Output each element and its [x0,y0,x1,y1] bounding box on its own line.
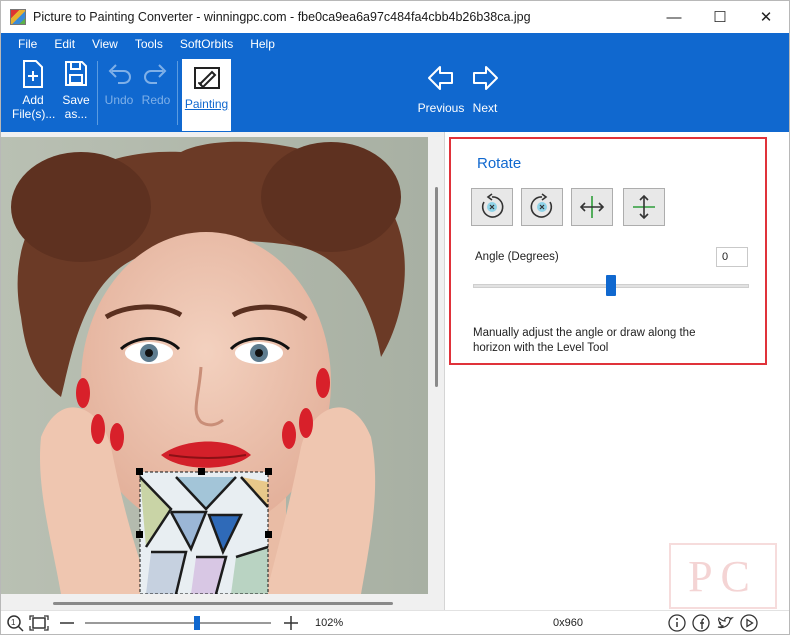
app-window: Picture to Painting Converter - winningp… [0,0,790,635]
photo-preview [1,137,428,594]
magnifier-icon: 1 [7,615,24,632]
maximize-icon: ☐ [713,9,727,26]
watermark-logo: PC [669,543,777,609]
zoom-slider-thumb[interactable] [193,616,200,630]
facebook-icon [692,614,710,632]
angle-label: Angle (Degrees) [475,251,559,263]
menu-edit[interactable]: Edit [54,33,75,55]
info-button[interactable] [667,613,687,633]
redo-icon [144,64,167,84]
minimize-icon: — [666,8,682,26]
rotate-right-button[interactable] [521,188,563,226]
vertical-scrollbar[interactable] [435,187,438,387]
app-logo-icon [10,9,26,25]
fit-to-window-button[interactable] [29,613,49,633]
ribbon-separator [177,61,178,125]
rotate-title: Rotate [477,155,522,172]
previous-label: Previous [417,101,465,115]
window-title: Picture to Painting Converter - winningp… [33,10,531,24]
menu-file[interactable]: File [18,33,37,55]
minimize-button[interactable]: — [651,1,697,33]
youtube-icon [740,614,758,632]
undo-label: Undo [104,93,134,107]
fit-screen-icon [29,615,49,631]
svg-text:1: 1 [11,618,16,627]
rotate-section: Rotate Angle (Degrees) 0 Manually adjust… [449,137,767,365]
rotate-left-button[interactable] [471,188,513,226]
rotate-cw-icon [530,193,553,218]
add-files-button[interactable]: Add File(s)... [10,59,56,121]
horizontal-scrollbar[interactable] [53,602,393,605]
arrow-right-icon [473,66,498,90]
undo-button[interactable]: Undo [102,59,136,107]
add-files-label: Add File(s)... [12,93,56,121]
info-icon [668,614,686,632]
settings-panel: Rotate Angle (Degrees) 0 Manually adjust… [444,132,789,610]
flip-horizontal-icon [579,196,605,218]
save-as-button[interactable]: Save as... [59,59,93,121]
save-as-label: Save as... [62,93,90,121]
rotate-hint: Manually adjust the angle or draw along … [473,327,696,354]
facebook-button[interactable] [691,613,711,633]
twitter-icon [717,616,734,629]
zoom-slider[interactable] [85,622,271,624]
redo-button[interactable]: Redo [139,59,173,107]
zoom-in-button[interactable] [281,613,301,633]
menu-bar: File Edit View Tools SoftOrbits Help [1,33,275,55]
save-icon [65,61,87,86]
twitter-button[interactable] [715,613,735,633]
plus-icon [284,616,298,630]
portrait-image [1,137,428,594]
previous-button[interactable]: Previous [415,63,467,115]
image-canvas[interactable] [1,132,444,610]
flip-horizontal-button[interactable] [571,188,613,226]
painting-button[interactable]: Painting [182,59,231,131]
redo-label: Redo [141,93,171,107]
menu-view[interactable]: View [92,33,118,55]
flip-vertical-button[interactable] [623,188,665,226]
zoom-tool-button[interactable]: 1 [5,613,25,633]
status-bar: 1 102% 0x960 [1,610,789,634]
ribbon: File Edit View Tools SoftOrbits Help Add… [1,33,789,132]
flip-vertical-icon [633,194,655,220]
menu-help[interactable]: Help [250,33,275,55]
ribbon-separator [97,61,98,125]
add-file-icon [23,60,43,88]
next-label: Next [472,101,498,115]
menu-softorbits[interactable]: SoftOrbits [180,33,233,55]
maximize-button[interactable]: ☐ [697,1,743,33]
next-button[interactable]: Next [468,63,502,115]
zoom-level: 102% [315,617,344,629]
painting-icon [193,67,220,89]
menu-tools[interactable]: Tools [135,33,163,55]
undo-icon [108,64,131,84]
title-bar: Picture to Painting Converter - winningp… [1,1,789,33]
rotate-ccw-icon [481,193,504,218]
angle-slider-thumb[interactable] [606,275,616,296]
zoom-out-button[interactable] [57,613,77,633]
close-button[interactable]: ✕ [743,1,789,33]
close-icon: ✕ [759,9,773,26]
arrow-left-icon [428,66,453,90]
image-dimensions: 0x960 [553,617,583,629]
youtube-button[interactable] [739,613,759,633]
painting-label: Painting [184,97,229,111]
minus-icon [60,622,74,624]
angle-input[interactable] [716,247,748,267]
